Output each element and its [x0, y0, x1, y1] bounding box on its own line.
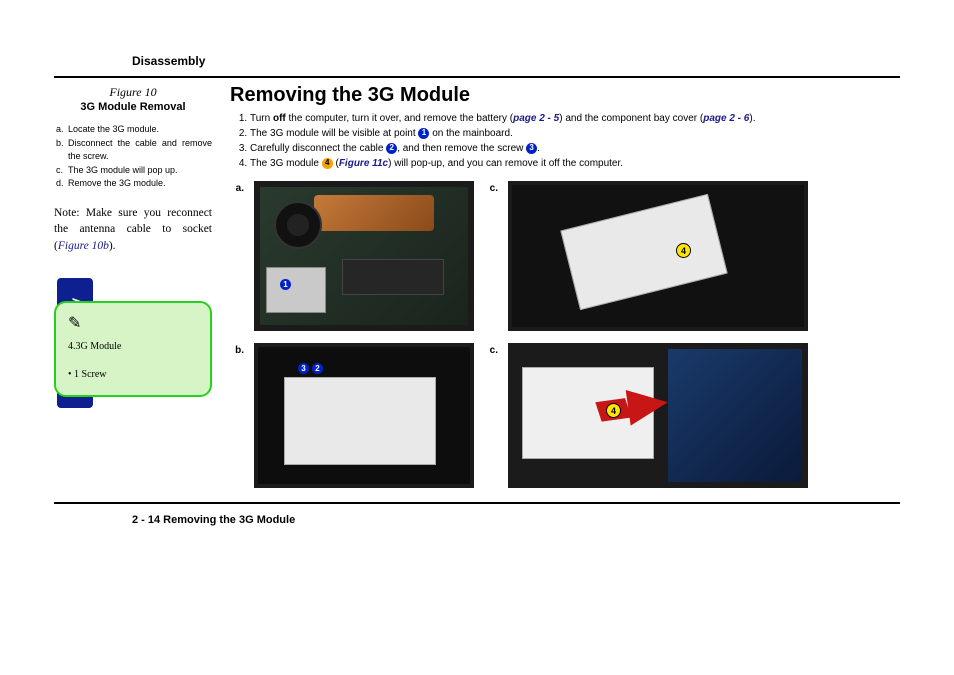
- caption-c2: c.: [484, 343, 498, 356]
- note-tail: ).: [109, 240, 116, 252]
- procedure-steps: Turn off the computer, turn it over, and…: [230, 111, 900, 171]
- photo-b-marker-2: 2: [312, 363, 323, 374]
- image-grid: a. 1 c. 4 b.: [230, 181, 900, 488]
- photo-b: 3 2: [254, 343, 474, 488]
- marker-1-icon: 1: [418, 128, 429, 139]
- page-title: Removing the 3G Module: [230, 84, 900, 107]
- main-column: Removing the 3G Module Turn off the comp…: [230, 84, 900, 488]
- figure-title: 3G Module Removal: [54, 100, 212, 115]
- pencil-icon: ✎: [68, 313, 198, 335]
- parts-item-screw: • 1 Screw: [68, 368, 198, 382]
- step-2: The 3G module will be visible at point 1…: [250, 126, 900, 141]
- photo-a: 1: [254, 181, 474, 331]
- bottom-rule: [54, 502, 900, 504]
- removal-arrow-icon: [626, 384, 671, 425]
- section-header: Disassembly: [132, 54, 900, 68]
- left-column: Figure 10 3G Module Removal a.Locate the…: [54, 84, 212, 397]
- figure-step-d: Remove the 3G module.: [68, 177, 212, 191]
- marker-2-icon: 2: [386, 143, 397, 154]
- step-1: Turn off the computer, turn it over, and…: [250, 111, 900, 126]
- page-body: Disassembly Figure 10 3G Module Removal …: [54, 48, 900, 526]
- figure-step-a: Locate the 3G module.: [68, 123, 212, 137]
- figure-label: Figure 10: [54, 84, 212, 100]
- page-footer: 2 - 14 Removing the 3G Module: [132, 514, 900, 526]
- figure-step-c: The 3G module will pop up.: [68, 164, 212, 178]
- parts-callout-box: ✎ 4.3G Module • 1 Screw: [54, 301, 212, 398]
- note-block: Note: Make sure you reconnect the antenn…: [54, 205, 212, 255]
- photo-b-marker-3: 3: [298, 363, 309, 374]
- marker-3-icon: 3: [526, 143, 537, 154]
- top-rule: [54, 76, 900, 78]
- photo-c2-marker-4: 4: [606, 403, 621, 418]
- step-4: The 3G module 4 (Figure 11c) will pop-up…: [250, 156, 900, 171]
- caption-c1: c.: [484, 181, 498, 194]
- photo-c-bottom: 4: [508, 343, 808, 488]
- note-figure-ref[interactable]: Figure 10b: [58, 240, 109, 252]
- caption-a: a.: [230, 181, 244, 194]
- figure-steps: a.Locate the 3G module. b.Disconnect the…: [56, 123, 212, 191]
- figure-11c-link[interactable]: Figure 11c: [339, 158, 388, 169]
- page-link-2-6[interactable]: page 2 - 6: [703, 113, 749, 124]
- step-3: Carefully disconnect the cable 2, and th…: [250, 141, 900, 156]
- page-link-2-5[interactable]: page 2 - 5: [513, 113, 559, 124]
- photo-a-marker-1: 1: [280, 279, 291, 290]
- parts-item-module: 4.3G Module: [68, 340, 198, 354]
- marker-4-icon: 4: [322, 158, 333, 169]
- caption-b: b.: [230, 343, 244, 356]
- photo-c-top: 4: [508, 181, 808, 331]
- photo-c1-marker-4: 4: [676, 243, 691, 258]
- figure-step-b: Disconnect the cable and remove the scre…: [68, 137, 212, 164]
